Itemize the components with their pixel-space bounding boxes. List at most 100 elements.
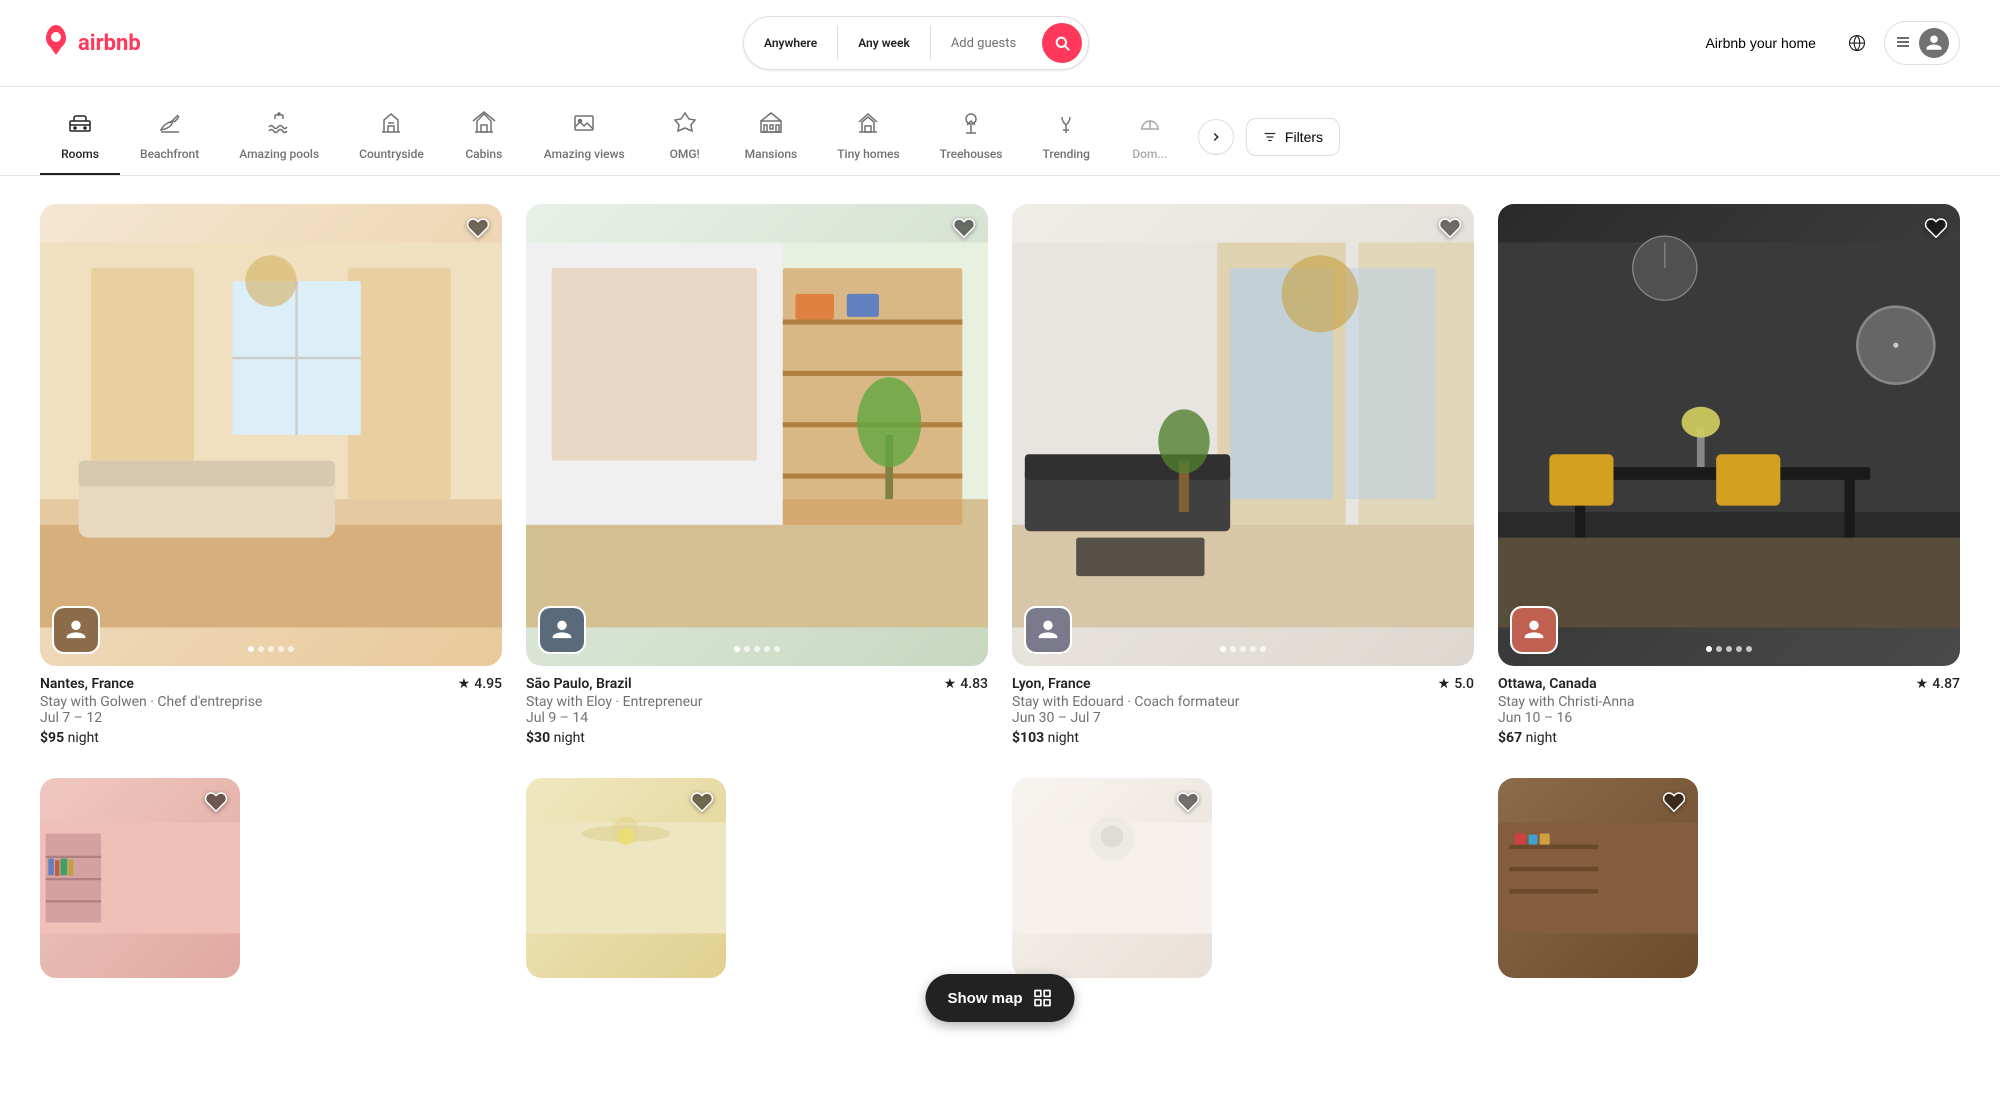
listing-rating-1: ★ 4.95: [458, 676, 502, 692]
search-bar[interactable]: Anywhere Any week Add guests: [743, 16, 1089, 70]
listing-price-4: $67 night: [1498, 730, 1960, 746]
cabins-label: Cabins: [465, 147, 502, 161]
listing-image-3: [1012, 204, 1474, 666]
language-button[interactable]: [1838, 24, 1876, 62]
listing-location-2: São Paulo, Brazil: [526, 676, 632, 692]
week-label: Any week: [858, 36, 910, 50]
wishlist-button-1[interactable]: [466, 216, 490, 246]
category-item-tiny-homes[interactable]: Tiny homes: [817, 99, 919, 175]
cabins-icon: [472, 111, 496, 141]
guests-placeholder: Add guests: [951, 36, 1016, 51]
listings-grid-row2: [0, 778, 2000, 1006]
hamburger-icon: [1895, 34, 1911, 53]
listing-info-4: Ottawa, Canada ★ 4.87 Stay with Christi-…: [1498, 666, 1960, 750]
countryside-label: Countryside: [359, 147, 424, 161]
category-item-countryside[interactable]: Countryside: [339, 99, 444, 175]
listing-card-2[interactable]: São Paulo, Brazil ★ 4.83 Stay with Eloy …: [526, 204, 988, 750]
listing-price-3: $103 night: [1012, 730, 1474, 746]
listings-main: Nantes, France ★ 4.95 Stay with Golwen ·…: [0, 176, 2000, 1006]
omg-label: OMG!: [670, 147, 700, 161]
tiny-homes-label: Tiny homes: [837, 147, 899, 161]
beachfront-label: Beachfront: [140, 147, 199, 161]
listing-image-4: [1498, 204, 1960, 666]
listing-info-3: Lyon, France ★ 5.0 Stay with Edouard · C…: [1012, 666, 1474, 750]
guests-segment[interactable]: Add guests: [931, 26, 1036, 61]
wishlist-button-3[interactable]: [1438, 216, 1462, 246]
beachfront-icon: [158, 111, 182, 141]
listing-location-1: Nantes, France: [40, 676, 134, 692]
show-map-button[interactable]: Show map: [925, 974, 1074, 1022]
wishlist-button-4[interactable]: [1924, 216, 1948, 246]
listing-card-8[interactable]: [1498, 778, 1960, 978]
host-avatar-4: [1510, 606, 1558, 654]
listing-host-3: Stay with Edouard · Coach formateur: [1012, 694, 1474, 710]
logo-text: airbnb: [78, 31, 141, 56]
listing-image-6: [526, 778, 726, 978]
wishlist-button-7[interactable]: [1176, 790, 1200, 820]
trending-icon: [1054, 111, 1078, 141]
category-item-beachfront[interactable]: Beachfront: [120, 99, 219, 175]
listing-host-1: Stay with Golwen · Chef d'entreprise: [40, 694, 502, 710]
listing-location-3: Lyon, France: [1012, 676, 1091, 692]
category-item-treehouses[interactable]: Treehouses: [920, 99, 1023, 175]
location-segment[interactable]: Anywhere: [744, 26, 838, 60]
category-item-omg[interactable]: OMG!: [645, 99, 725, 175]
listing-dates-4: Jun 10 – 16: [1498, 710, 1960, 726]
listing-card-6[interactable]: [526, 778, 988, 978]
amazing-views-label: Amazing views: [544, 147, 625, 161]
listing-rating-2: ★ 4.83: [944, 676, 988, 692]
listing-card-4[interactable]: Ottawa, Canada ★ 4.87 Stay with Christi-…: [1498, 204, 1960, 750]
listing-photo-2: [526, 204, 988, 666]
host-avatar-1: [52, 606, 100, 654]
listing-host-4: Stay with Christi-Anna: [1498, 694, 1960, 710]
category-item-amazing-views[interactable]: Amazing views: [524, 99, 645, 175]
show-map-label: Show map: [947, 990, 1022, 1007]
category-item-amazing-pools[interactable]: Amazing pools: [219, 99, 339, 175]
wishlist-button-8[interactable]: [1662, 790, 1686, 820]
listing-price-1: $95 night: [40, 730, 502, 746]
tiny-homes-icon: [856, 111, 880, 141]
carousel-dots-3: [1220, 646, 1266, 652]
carousel-dots-2: [734, 646, 780, 652]
listing-card-3[interactable]: Lyon, France ★ 5.0 Stay with Edouard · C…: [1012, 204, 1474, 750]
user-menu-button[interactable]: [1884, 21, 1960, 65]
trending-label: Trending: [1042, 147, 1089, 161]
category-item-domes[interactable]: Dom...: [1110, 99, 1190, 175]
treehouses-label: Treehouses: [940, 147, 1003, 161]
logo[interactable]: airbnb: [40, 24, 141, 63]
listing-card-5[interactable]: [40, 778, 502, 978]
category-item-mansions[interactable]: Mansions: [725, 99, 818, 175]
listing-card-7[interactable]: [1012, 778, 1474, 978]
domes-label: Dom...: [1132, 147, 1167, 161]
rooms-label: Rooms: [61, 147, 99, 161]
host-avatar-3: [1024, 606, 1072, 654]
filters-label: Filters: [1285, 129, 1323, 145]
wishlist-button-2[interactable]: [952, 216, 976, 246]
category-item-trending[interactable]: Trending: [1022, 99, 1109, 175]
filters-button[interactable]: Filters: [1246, 118, 1340, 156]
listing-rating-4: ★ 4.87: [1916, 676, 1960, 692]
location-label: Anywhere: [764, 36, 817, 50]
wishlist-button-6[interactable]: [690, 790, 714, 820]
listing-rating-3: ★ 5.0: [1438, 676, 1474, 692]
user-avatar: [1919, 28, 1949, 58]
wishlist-button-5[interactable]: [204, 790, 228, 820]
listing-host-2: Stay with Eloy · Entrepreneur: [526, 694, 988, 710]
category-item-cabins[interactable]: Cabins: [444, 99, 524, 175]
header-right: Airbnb your home: [1691, 21, 1960, 65]
listing-photo-3: [1012, 204, 1474, 666]
search-button[interactable]: [1042, 23, 1082, 63]
listing-photo-4: [1498, 204, 1960, 666]
listing-image-8: [1498, 778, 1698, 978]
week-segment[interactable]: Any week: [838, 26, 931, 60]
listing-dates-3: Jun 30 – Jul 7: [1012, 710, 1474, 726]
amazing-pools-icon: [267, 111, 291, 141]
airbnb-your-home-button[interactable]: Airbnb your home: [1691, 25, 1830, 61]
listing-card-1[interactable]: Nantes, France ★ 4.95 Stay with Golwen ·…: [40, 204, 502, 750]
category-item-rooms[interactable]: Rooms: [40, 99, 120, 175]
mansions-icon: [759, 111, 783, 141]
listing-location-4: Ottawa, Canada: [1498, 676, 1597, 692]
carousel-dots-1: [248, 646, 294, 652]
listing-dates-2: Jul 9 – 14: [526, 710, 988, 726]
category-nav-next-button[interactable]: [1198, 119, 1234, 155]
